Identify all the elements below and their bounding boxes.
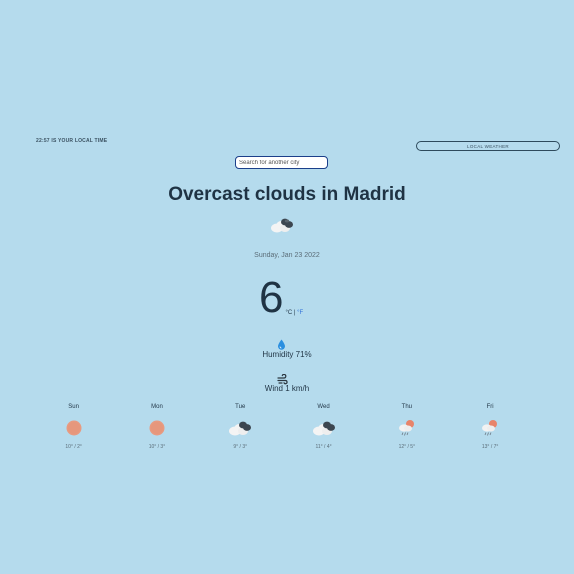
weather-title: Overcast clouds in Madrid xyxy=(168,184,406,205)
unit-celsius[interactable]: °C xyxy=(285,310,292,316)
forecast-temp-range: 11° / 4° xyxy=(315,444,332,450)
forecast-temp-range: 12° / 5° xyxy=(398,444,416,450)
forecast-day: Thu 12° / 5° xyxy=(365,404,448,450)
forecast-temp-range: 9° / 3° xyxy=(233,444,248,450)
overcast-clouds-icon xyxy=(228,414,252,442)
unit-separator: | xyxy=(293,310,296,316)
forecast-day: Tue 9° / 3° xyxy=(199,404,282,450)
city-search-input[interactable] xyxy=(235,156,328,169)
forecast-temp-range: 13° / 7° xyxy=(481,444,499,450)
local-weather-button[interactable]: LOCAL WEATHER xyxy=(416,141,560,151)
wind-label: Wind 1 km/h xyxy=(264,384,310,393)
unit-toggle: °C | °F xyxy=(285,310,303,316)
temperature-value: 6 xyxy=(259,273,284,322)
forecast-day-name: Wed xyxy=(317,404,330,410)
rain-sun-icon xyxy=(397,414,417,442)
forecast-temp-range: 10° / 2° xyxy=(65,444,82,450)
forecast-day-name: Mon xyxy=(151,404,163,410)
forecast-day: Mon 10° / 3° xyxy=(115,404,198,450)
forecast-day: Sun 10° / 2° xyxy=(32,404,115,450)
humidity-label: Humidity 71% xyxy=(262,350,312,359)
temperature-display: 6 °C | °F xyxy=(259,276,303,320)
forecast-strip: Sun 10° / 2° Mon 10° / 3° Tue 9° / 3° We… xyxy=(32,404,532,450)
rain-sun-icon xyxy=(480,414,500,442)
forecast-temp-range: 10° / 3° xyxy=(148,444,166,450)
overcast-clouds-icon xyxy=(312,414,336,442)
unit-fahrenheit[interactable]: °F xyxy=(297,310,303,316)
forecast-day-name: Tue xyxy=(235,404,246,410)
forecast-day-name: Fri xyxy=(486,404,494,410)
forecast-day-name: Sun xyxy=(68,404,79,410)
forecast-day-name: Thu xyxy=(401,404,412,410)
forecast-day: Fri 13° / 7° xyxy=(448,404,531,450)
sun-icon xyxy=(148,414,166,442)
overcast-clouds-icon xyxy=(270,216,294,239)
current-date: Sunday, Jan 23 2022 xyxy=(254,252,320,259)
forecast-day: Wed 11° / 4° xyxy=(282,404,365,450)
sun-icon xyxy=(65,414,83,442)
local-time-label: 22:57 IS YOUR LOCAL TIME xyxy=(36,138,108,144)
